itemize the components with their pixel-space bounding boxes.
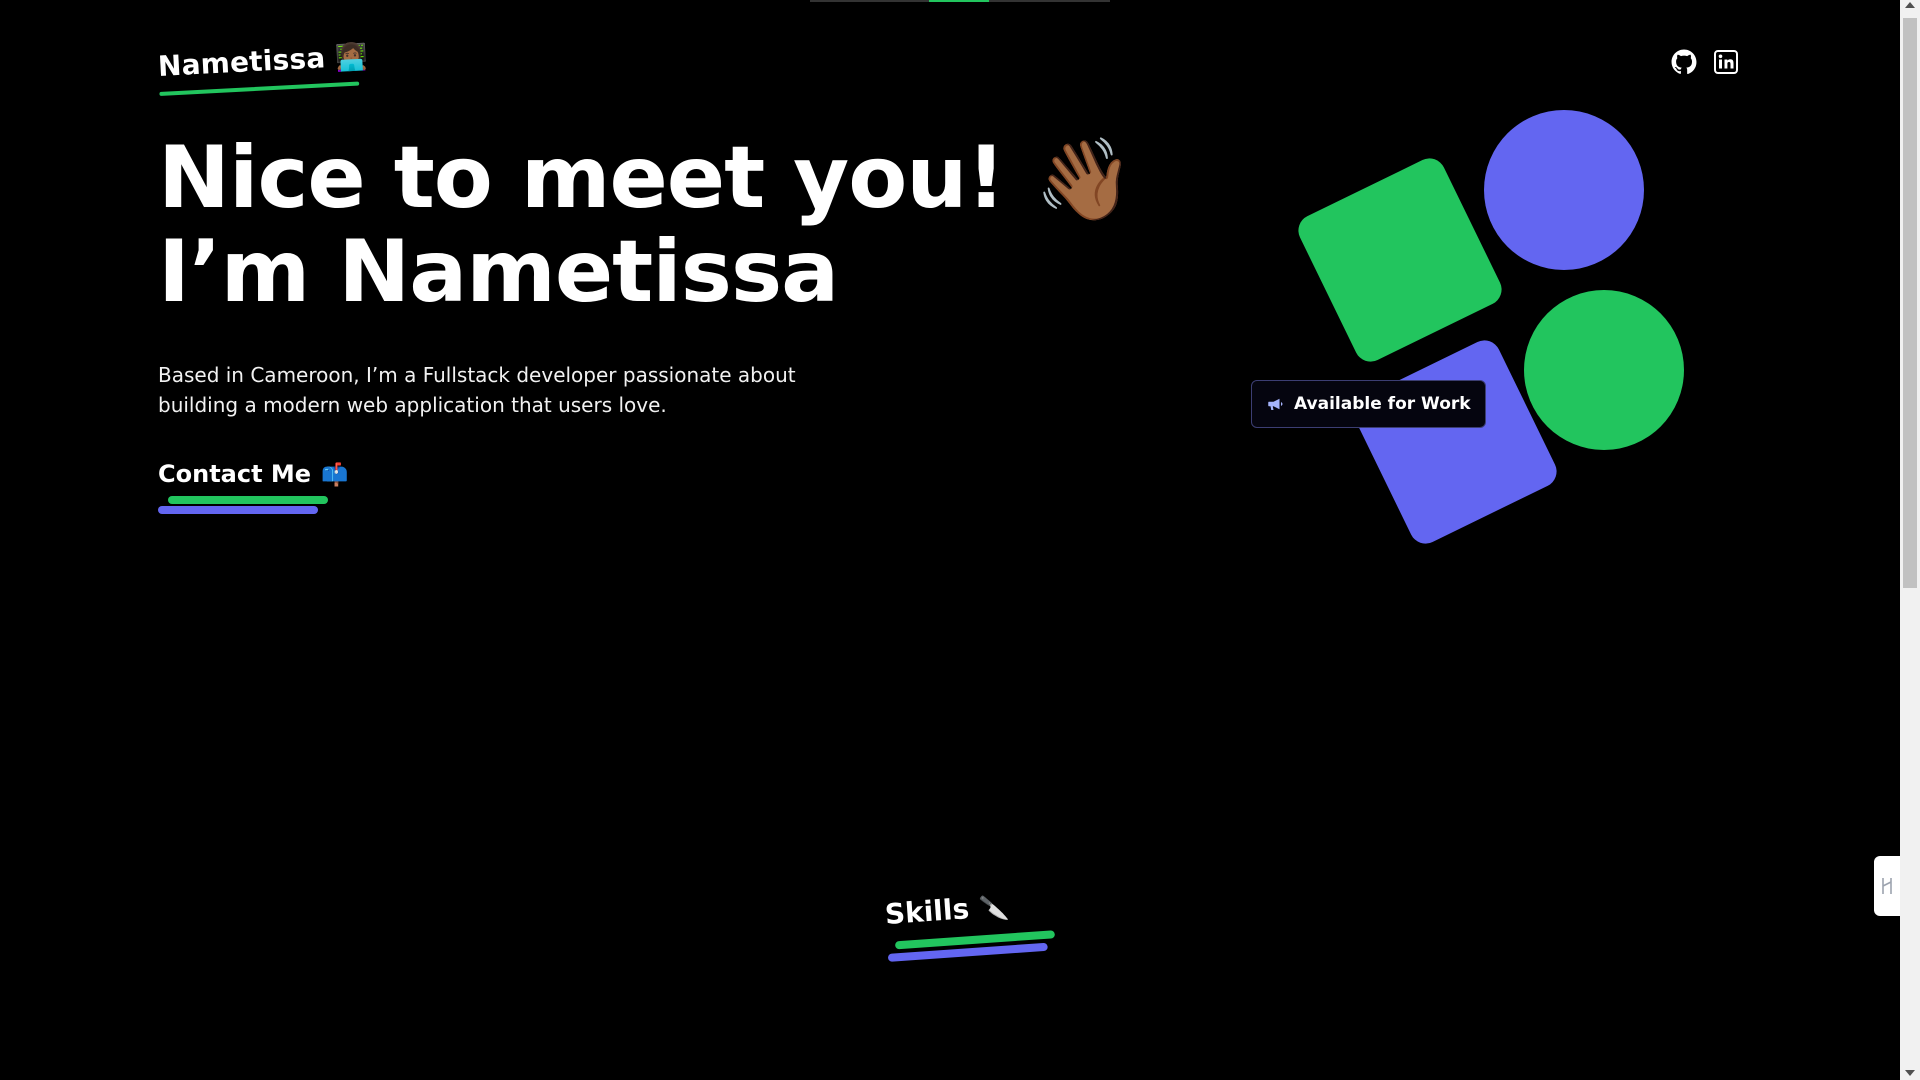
laptop-emoji-icon: 👩🏾‍💻: [334, 42, 369, 74]
megaphone-icon: [1268, 398, 1283, 410]
blue-circle-shape: [1484, 110, 1644, 270]
scroll-down-arrow-icon[interactable]: [1905, 1070, 1915, 1076]
linkedin-link[interactable]: [1712, 48, 1740, 76]
contact-me-link[interactable]: Contact Me 📫: [158, 460, 349, 514]
hero-title-line1: Nice to meet you!: [158, 128, 1006, 228]
skills-heading: Skills 🔪: [883, 889, 1056, 962]
contact-underline-blue: [158, 506, 318, 514]
side-widget-tab[interactable]: [1874, 856, 1900, 916]
scroll-thumb[interactable]: [1903, 18, 1917, 588]
logo-text: Nametissa: [157, 41, 327, 83]
page-scrollbar[interactable]: [1900, 0, 1920, 1080]
hero-title-line2: I’m Nametissa: [158, 222, 839, 322]
contact-me-label: Contact Me: [158, 460, 312, 488]
skills-label: Skills: [883, 892, 971, 931]
linkedin-icon: [1714, 50, 1738, 74]
green-square-shape: [1293, 153, 1507, 367]
logo-underline: [159, 81, 360, 96]
social-links: [1670, 48, 1740, 76]
logo-link[interactable]: Nametissa 👩🏾‍💻: [157, 39, 369, 96]
available-for-work-label: Available for Work: [1294, 394, 1471, 414]
hero-title: Nice to meet you! 👋🏾 I’m Nametissa: [158, 132, 1135, 318]
github-icon: [1671, 49, 1697, 74]
mailbox-icon: 📫: [321, 463, 349, 488]
page: Nametissa 👩🏾‍💻 Nice to meet you! 👋🏾 I’m Na…: [0, 0, 1920, 1080]
knife-icon: 🔪: [978, 893, 1010, 924]
scroll-up-arrow-icon[interactable]: [1905, 2, 1915, 8]
hero-description: Based in Cameroon, I’m a Fullstack devel…: [158, 363, 796, 417]
contact-underline-green: [168, 496, 328, 504]
green-circle-shape: [1524, 290, 1684, 450]
top-progress-fill: [929, 0, 989, 2]
available-for-work-badge[interactable]: Available for Work: [1251, 380, 1486, 428]
github-link[interactable]: [1670, 48, 1698, 76]
hubspot-icon: [1882, 878, 1892, 894]
waving-hand-icon: 👋🏾: [1034, 133, 1135, 226]
